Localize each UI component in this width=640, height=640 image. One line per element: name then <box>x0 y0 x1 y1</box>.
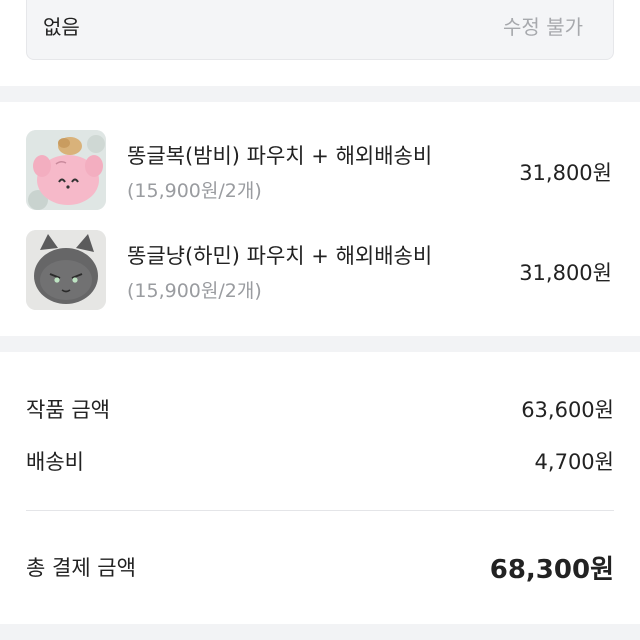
option-value: 없음 <box>43 15 80 39</box>
item-unit-price: (15,900원/2개) <box>127 180 262 202</box>
item-unit-price: (15,900원/2개) <box>127 280 262 302</box>
summary-divider <box>26 510 614 511</box>
pink-plush-pouch-thumbnail <box>26 130 106 210</box>
payment-summary-section: 작품 금액 63,600원 배송비 4,700원 총 결제 금액 68,300원 <box>0 352 640 624</box>
gray-cat-plush-pouch-thumbnail <box>26 230 106 310</box>
shipping-fee-value: 4,700원 <box>534 450 614 474</box>
item-price: 31,800원 <box>519 261 612 285</box>
total-payment-label: 총 결제 금액 <box>26 556 136 580</box>
item-name: 똥글복(밤비) 파우치 + 해외배송비 <box>127 144 433 168</box>
order-item[interactable]: 똥글복(밤비) 파우치 + 해외배송비 (15,900원/2개) 31,800원 <box>0 130 640 220</box>
total-payment-value: 68,300원 <box>489 555 614 585</box>
option-box: 없음 수정 불가 <box>26 0 614 60</box>
order-item[interactable]: 똥글냥(하민) 파우치 + 해외배송비 (15,900원/2개) 31,800원 <box>0 230 640 320</box>
option-section: 없음 수정 불가 <box>0 0 640 86</box>
order-items-section: 똥글복(밤비) 파우치 + 해외배송비 (15,900원/2개) 31,800원… <box>0 102 640 336</box>
shipping-fee-label: 배송비 <box>26 450 84 474</box>
product-amount-label: 작품 금액 <box>26 398 110 422</box>
item-price: 31,800원 <box>519 161 612 185</box>
option-edit-status: 수정 불가 <box>503 15 583 39</box>
item-name: 똥글냥(하민) 파우치 + 해외배송비 <box>127 244 433 268</box>
product-amount-value: 63,600원 <box>521 398 614 422</box>
